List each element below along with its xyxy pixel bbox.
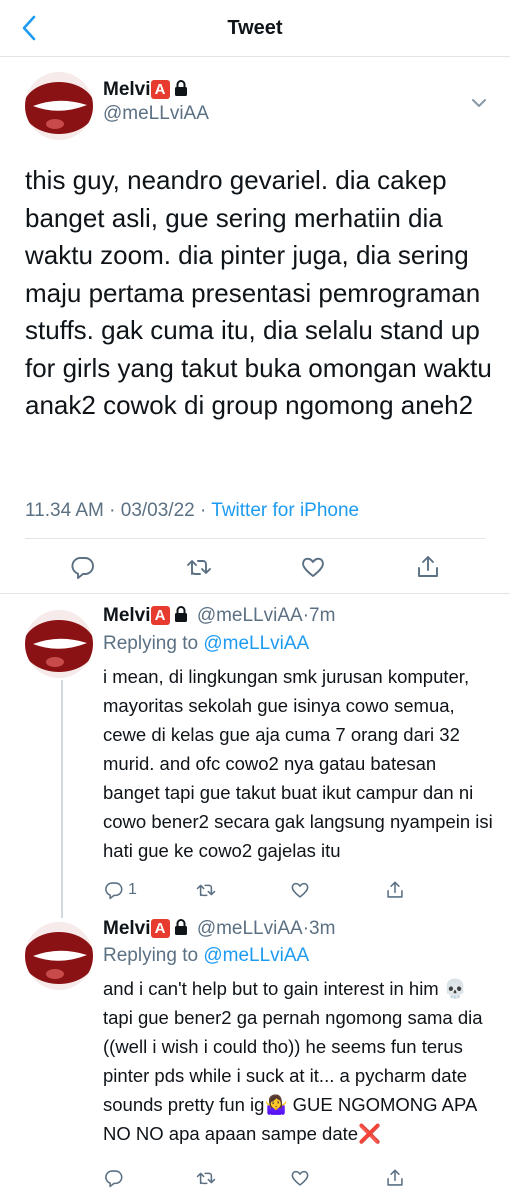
red-a-badge-icon: A bbox=[150, 80, 170, 99]
replying-to-handle[interactable]: @meLLviAA bbox=[203, 633, 309, 654]
page-title: Tweet bbox=[227, 17, 283, 39]
avatar[interactable] bbox=[25, 922, 93, 990]
tweet-meta: 11.34 AM · 03/03/22 · Twitter for iPhone bbox=[25, 500, 359, 522]
like-icon[interactable] bbox=[290, 880, 310, 900]
reply-age: 7m bbox=[309, 605, 336, 626]
retweet-icon[interactable] bbox=[186, 554, 212, 580]
avatar[interactable] bbox=[25, 72, 93, 140]
reply-action[interactable]: 1 bbox=[104, 880, 137, 900]
reply-icon[interactable] bbox=[70, 554, 96, 580]
retweet-icon[interactable] bbox=[196, 880, 216, 900]
lock-icon bbox=[174, 80, 188, 96]
top-bar: Tweet bbox=[0, 0, 510, 57]
replying-to-handle[interactable]: @meLLviAA bbox=[203, 945, 309, 966]
retweet-icon[interactable] bbox=[196, 1168, 216, 1188]
like-icon[interactable] bbox=[290, 1168, 310, 1188]
separator: · bbox=[109, 500, 116, 521]
author-name[interactable]: Melvi bbox=[103, 605, 151, 626]
author-handle[interactable]: @meLLviAA bbox=[103, 103, 209, 125]
red-a-badge-icon: A bbox=[150, 606, 170, 625]
reply-icon[interactable] bbox=[104, 880, 124, 900]
reply-text: and i can't help but to gain interest in… bbox=[103, 978, 483, 1144]
tweet-source-link[interactable]: Twitter for iPhone bbox=[211, 500, 359, 521]
replying-to: Replying to @meLLviAA bbox=[103, 945, 309, 967]
replying-to-label: Replying to bbox=[103, 633, 199, 654]
author-handle[interactable]: @meLLviAA bbox=[197, 605, 303, 626]
divider bbox=[25, 538, 485, 539]
replying-to-label: Replying to bbox=[103, 945, 199, 966]
thread-line bbox=[61, 680, 63, 918]
author-name[interactable]: Melvi bbox=[103, 918, 151, 939]
share-icon[interactable] bbox=[385, 880, 405, 900]
author-name[interactable]: Melvi bbox=[103, 79, 151, 100]
author-handle[interactable]: @meLLviAA bbox=[197, 918, 303, 939]
like-icon[interactable] bbox=[300, 554, 326, 580]
reply-text: i mean, di lingkungan smk jurusan komput… bbox=[103, 666, 493, 861]
tweet-text: this guy, neandro gevariel. dia cakep ba… bbox=[25, 165, 492, 420]
tweet-time: 11.34 AM bbox=[25, 500, 104, 521]
avatar[interactable] bbox=[25, 610, 93, 678]
reply-author: Melvi A @meLLviAA·3m bbox=[103, 918, 336, 939]
chevron-down-icon[interactable] bbox=[470, 94, 488, 112]
separator: · bbox=[200, 500, 207, 521]
reply-age: 3m bbox=[309, 918, 336, 939]
lock-icon bbox=[174, 919, 188, 935]
replying-to: Replying to @meLLviAA bbox=[103, 633, 309, 655]
divider bbox=[0, 593, 510, 594]
lock-icon bbox=[174, 606, 188, 622]
red-a-badge-icon: A bbox=[150, 919, 170, 938]
share-icon[interactable] bbox=[415, 554, 441, 580]
main-author: Melvi A @meLLviAA bbox=[103, 79, 209, 125]
tweet-date: 03/03/22 bbox=[120, 500, 195, 521]
reply-icon[interactable] bbox=[104, 1168, 124, 1188]
reply-count: 1 bbox=[128, 881, 137, 898]
share-icon[interactable] bbox=[385, 1168, 405, 1188]
reply-author: Melvi A @meLLviAA·7m bbox=[103, 605, 336, 626]
